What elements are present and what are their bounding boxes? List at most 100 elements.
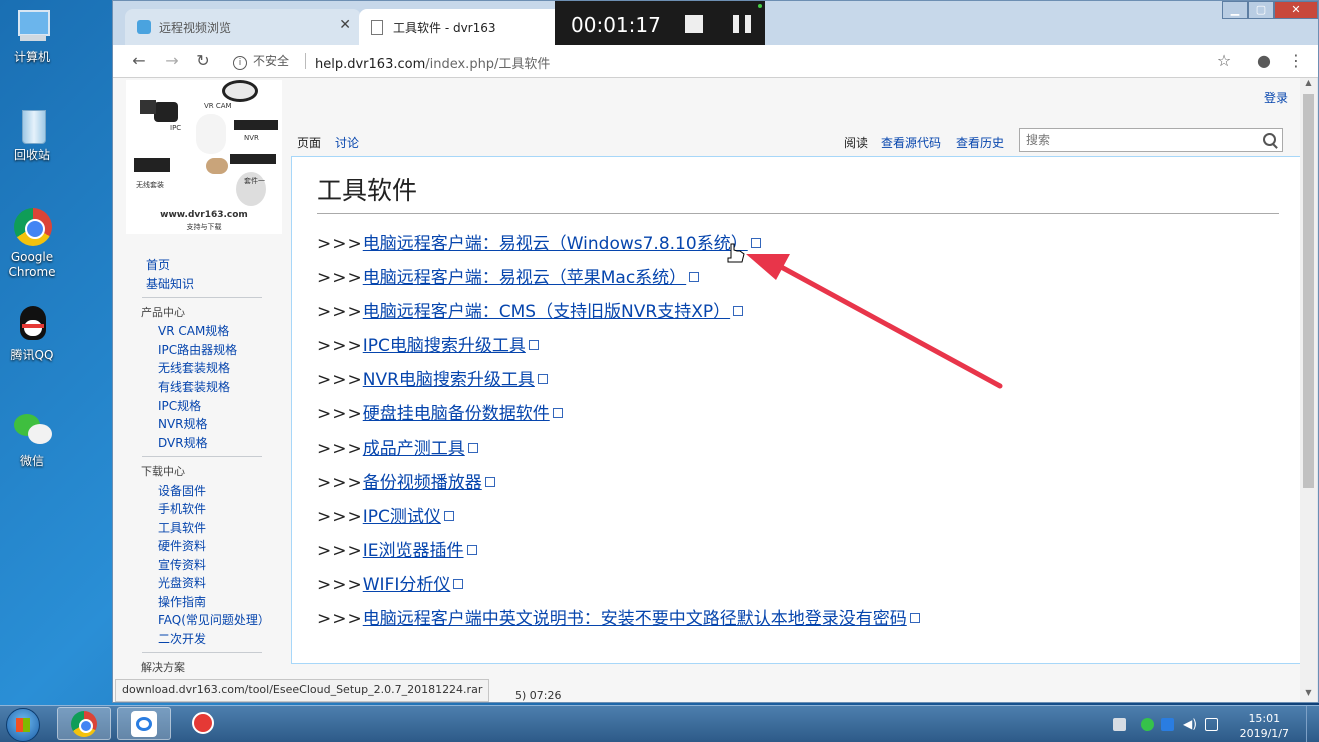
- external-link-icon: [537, 374, 548, 385]
- bookmark-star-icon[interactable]: ☆: [1214, 51, 1234, 70]
- link-prefix: >>>: [317, 234, 363, 254]
- tab-read[interactable]: 阅读: [844, 134, 868, 151]
- sidebar-item-basics[interactable]: 基础知识: [146, 275, 194, 292]
- menu-icon[interactable]: ⋮: [1286, 51, 1306, 70]
- download-link[interactable]: 电脑远程客户端：CMS（支持旧版NVR支持XP）: [363, 302, 730, 322]
- download-link[interactable]: 电脑远程客户端：易视云（Windows7.8.10系统）: [363, 234, 748, 254]
- volume-icon[interactable]: ◀): [1183, 718, 1197, 731]
- computer-icon: [12, 8, 52, 48]
- sidebar-item-download[interactable]: 工具软件: [158, 519, 206, 536]
- search-field[interactable]: [1019, 128, 1283, 152]
- page-icon: [371, 20, 383, 35]
- download-link[interactable]: 电脑远程客户端中英文说明书：安装不要中文路径默认本地登录没有密码: [363, 609, 907, 629]
- download-link[interactable]: 硬盘挂电脑备份数据软件: [363, 404, 550, 424]
- download-link[interactable]: 电脑远程客户端：易视云（苹果Mac系统）: [363, 268, 686, 288]
- sidebar-item-product[interactable]: 无线套装规格: [158, 359, 230, 376]
- pause-icon[interactable]: [733, 15, 751, 33]
- network-status-icon[interactable]: [1141, 718, 1154, 731]
- stop-icon[interactable]: [685, 15, 703, 33]
- page-title: 工具软件: [317, 176, 418, 205]
- security-indicator[interactable]: i 不安全: [233, 52, 289, 70]
- sidebar-item-product[interactable]: NVR规格: [158, 415, 208, 432]
- logo-site: www.dvr163.com: [160, 210, 248, 220]
- download-link[interactable]: 成品产测工具: [363, 439, 465, 459]
- download-link[interactable]: NVR电脑搜索升级工具: [363, 370, 535, 390]
- content-area: 工具软件 >>>电脑远程客户端：易视云（Windows7.8.10系统） >>>…: [291, 156, 1301, 664]
- sidebar-item-product[interactable]: 有线套装规格: [158, 378, 230, 395]
- tab-discussion[interactable]: 讨论: [335, 134, 359, 151]
- wechat-icon: [12, 412, 52, 452]
- download-link[interactable]: WIFI分析仪: [363, 575, 451, 595]
- sidebar-item-product[interactable]: VR CAM规格: [158, 322, 229, 339]
- recorder-icon: [192, 712, 214, 734]
- keyboard-icon[interactable]: [1113, 718, 1126, 731]
- sidebar-item-download[interactable]: 设备固件: [158, 482, 206, 499]
- sidebar-item-download[interactable]: 光盘资料: [158, 574, 206, 591]
- account-icon[interactable]: ●: [1254, 51, 1274, 70]
- download-link[interactable]: IE浏览器插件: [363, 541, 464, 561]
- address-bar[interactable]: i 不安全 help.dvr163.com/index.php/工具软件: [225, 48, 1228, 74]
- tab-view-history[interactable]: 查看历史: [956, 134, 1004, 151]
- download-link[interactable]: IPC测试仪: [363, 507, 441, 527]
- desktop-wechat[interactable]: 微信: [4, 412, 60, 469]
- scroll-down-icon[interactable]: ▼: [1300, 688, 1317, 702]
- chrome-icon: [12, 208, 52, 248]
- close-window-button[interactable]: ✕: [1274, 1, 1318, 19]
- system-tray: ◀) 15:01 2019/1/7: [1109, 706, 1319, 742]
- search-input[interactable]: [1020, 129, 1262, 151]
- forward-icon[interactable]: →: [162, 51, 182, 71]
- taskbar-baidu-netdisk[interactable]: [117, 707, 171, 740]
- sidebar-heading-downloads: 下载中心: [141, 465, 185, 478]
- list-item: >>>电脑远程客户端：CMS（支持旧版NVR支持XP）: [317, 301, 920, 335]
- download-link[interactable]: 备份视频播放器: [363, 473, 482, 493]
- site-logo[interactable]: VR CAM IPC NVR 无线套装 套件一 www.dvr163.com 支…: [126, 80, 282, 234]
- clock-date: 2019/1/7: [1239, 727, 1289, 740]
- logo-label: IPC: [170, 124, 182, 132]
- desktop-chrome[interactable]: Google Chrome: [4, 208, 60, 280]
- system-clock[interactable]: 15:01 2019/1/7: [1240, 711, 1289, 741]
- tab-view-source[interactable]: 查看源代码: [881, 134, 941, 151]
- desktop-recycle-bin[interactable]: 回收站: [4, 106, 60, 163]
- sidebar-item-product[interactable]: IPC规格: [158, 397, 201, 414]
- tab-page[interactable]: 页面: [297, 134, 321, 151]
- sidebar-item-download[interactable]: 手机软件: [158, 500, 206, 517]
- scroll-up-icon[interactable]: ▲: [1300, 78, 1317, 92]
- sidebar-item-product[interactable]: IPC路由器规格: [158, 341, 237, 358]
- sidebar-item-download[interactable]: 宣传资料: [158, 556, 206, 573]
- scroll-thumb[interactable]: [1303, 94, 1314, 488]
- desktop-recycle-bin-label: 回收站: [13, 148, 50, 162]
- taskbar-recorder[interactable]: [177, 707, 231, 740]
- taskbar-chrome[interactable]: [57, 707, 111, 740]
- link-status-bar: download.dvr163.com/tool/EseeCloud_Setup…: [115, 679, 490, 702]
- login-link[interactable]: 登录: [1264, 89, 1288, 106]
- close-tab-icon[interactable]: ✕: [339, 17, 351, 33]
- show-desktop-button[interactable]: [1306, 706, 1319, 742]
- sidebar-item-download[interactable]: 二次开发: [158, 630, 206, 647]
- back-icon[interactable]: ←: [129, 51, 149, 71]
- download-link[interactable]: IPC电脑搜索升级工具: [363, 336, 526, 356]
- sidebar-item-product[interactable]: DVR规格: [158, 434, 208, 451]
- remote-video-icon: [137, 20, 151, 34]
- tab-tool-software[interactable]: 工具软件 - dvr163: [359, 9, 579, 45]
- sidebar-item-home[interactable]: 首页: [146, 256, 170, 273]
- sidebar-item-download[interactable]: 硬件资料: [158, 537, 206, 554]
- desktop-qq[interactable]: 腾讯QQ: [4, 306, 60, 363]
- desktop-computer[interactable]: 计算机: [4, 8, 60, 65]
- sidebar-item-download[interactable]: FAQ(常见问题处理）: [158, 611, 270, 628]
- reload-icon[interactable]: ↻: [193, 51, 213, 71]
- link-prefix: >>>: [317, 438, 363, 459]
- tab-remote-video[interactable]: 远程视频浏览 ✕: [125, 9, 361, 45]
- maximize-button[interactable]: ▢: [1248, 1, 1274, 19]
- page-scrollbar[interactable]: ▲ ▼: [1300, 78, 1317, 702]
- sidebar-item-download[interactable]: 操作指南: [158, 593, 206, 610]
- link-prefix: >>>: [317, 540, 363, 561]
- list-item: >>>IE浏览器插件: [317, 540, 920, 574]
- sidebar-heading-solutions: 解决方案: [141, 661, 185, 674]
- search-icon[interactable]: [1263, 133, 1276, 146]
- app-tray-icon[interactable]: [1161, 718, 1174, 731]
- external-link-icon: [466, 544, 477, 555]
- start-button[interactable]: [6, 708, 40, 742]
- action-center-icon[interactable]: [1205, 718, 1218, 731]
- list-item: >>>WIFI分析仪: [317, 574, 920, 608]
- minimize-button[interactable]: ▁: [1222, 1, 1248, 19]
